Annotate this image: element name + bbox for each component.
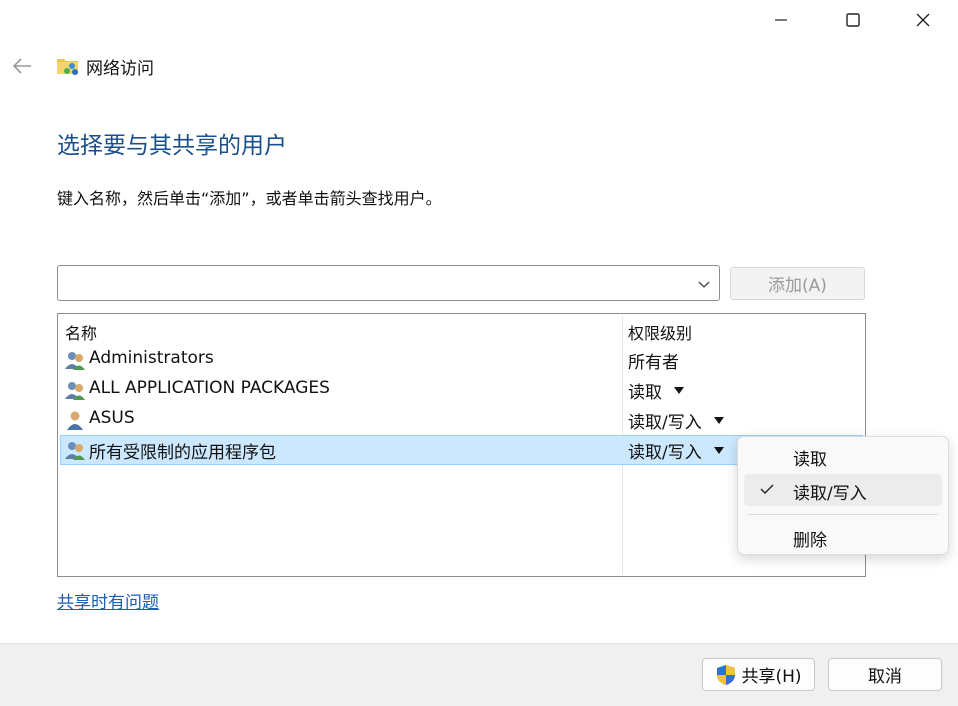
row-permission-dropdown[interactable]: 读取/写入	[628, 408, 724, 433]
user-name-combobox[interactable]	[57, 265, 720, 301]
menu-item-label: 读取/写入	[793, 484, 867, 504]
dropdown-arrow-icon[interactable]	[713, 447, 724, 454]
network-access-dialog: 网络访问 选择要与其共享的用户 键入名称，然后单击“添加”，或者单击箭头查找用户…	[0, 0, 958, 706]
maximize-icon	[846, 13, 860, 27]
table-row[interactable]: ALL APPLICATION PACKAGES 读取	[60, 375, 863, 405]
user-icon	[67, 411, 83, 430]
close-button[interactable]	[888, 0, 958, 40]
row-user-name: ASUS	[89, 408, 135, 428]
row-user-name: ALL APPLICATION PACKAGES	[89, 378, 330, 398]
cancel-button[interactable]: 取消	[828, 658, 942, 691]
minimize-icon	[775, 19, 787, 21]
window-title: 网络访问	[86, 59, 154, 79]
back-arrow-icon	[12, 58, 31, 74]
menu-item-delete[interactable]: 删除	[744, 521, 942, 553]
user-group-icon	[65, 382, 85, 400]
add-button[interactable]: 添加(A)	[730, 267, 865, 300]
menu-separator	[748, 514, 938, 515]
instruction-text: 键入名称，然后单击“添加”，或者单击箭头查找用户。	[57, 189, 442, 208]
network-folder-icon	[57, 59, 78, 75]
permission-label: 读取	[628, 383, 662, 403]
column-header-name[interactable]: 名称	[65, 320, 97, 344]
row-user-name: Administrators	[89, 348, 214, 368]
share-button[interactable]: 共享(H)	[702, 658, 815, 691]
column-header-permission[interactable]: 权限级别	[628, 320, 692, 344]
permission-context-menu: 读取 读取/写入 删除	[737, 436, 949, 555]
close-icon	[916, 13, 930, 27]
chevron-down-icon[interactable]	[697, 277, 711, 291]
permission-label: 读取/写入	[628, 443, 702, 463]
row-user-name: 所有受限制的应用程序包	[89, 443, 276, 463]
row-permission: 所有者	[628, 348, 679, 373]
menu-item-label: 删除	[793, 531, 827, 551]
permission-label: 所有者	[628, 353, 679, 373]
maximize-button[interactable]	[818, 0, 888, 40]
user-group-icon	[65, 442, 85, 460]
table-row[interactable]: ASUS 读取/写入	[60, 405, 863, 435]
menu-item-label: 读取	[793, 450, 827, 470]
uac-shield-icon	[717, 664, 736, 685]
dropdown-arrow-icon[interactable]	[713, 417, 724, 424]
user-group-icon	[65, 352, 85, 370]
table-row[interactable]: Administrators 所有者	[60, 345, 863, 375]
menu-item-read-write[interactable]: 读取/写入	[744, 474, 942, 506]
share-button-label: 共享(H)	[741, 667, 802, 687]
row-permission-dropdown[interactable]: 读取	[628, 378, 684, 403]
row-permission-dropdown[interactable]: 读取/写入	[628, 438, 724, 463]
permission-label: 读取/写入	[628, 413, 702, 433]
back-button[interactable]	[8, 52, 36, 80]
checkmark-icon	[760, 484, 774, 494]
page-heading: 选择要与其共享的用户	[57, 133, 287, 159]
minimize-button[interactable]	[746, 0, 816, 40]
menu-item-read[interactable]: 读取	[744, 440, 942, 472]
sharing-help-link[interactable]: 共享时有问题	[57, 588, 159, 613]
dropdown-arrow-icon[interactable]	[674, 387, 684, 394]
